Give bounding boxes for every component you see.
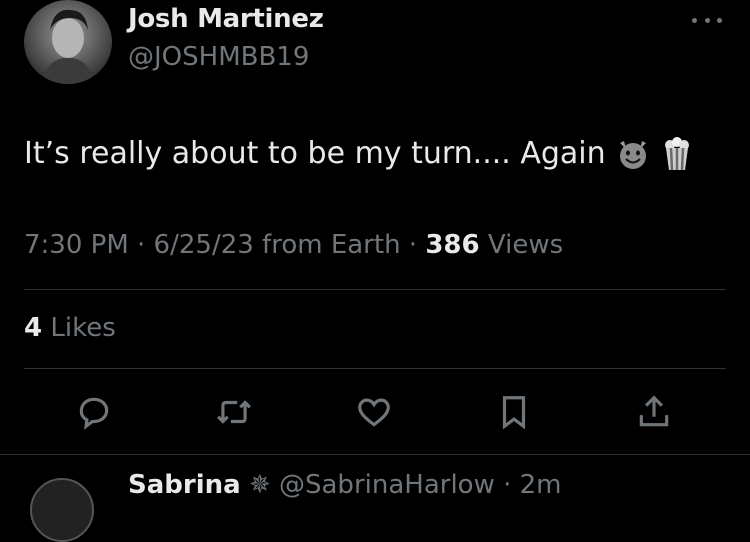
author-handle[interactable]: @JOSHMBB19 [128,42,309,72]
tweet-text: It’s really about to be my turn.... Agai… [24,136,694,171]
retweet-icon[interactable] [212,390,256,434]
bookmark-icon[interactable] [492,390,536,434]
action-bar [0,390,750,434]
like-icon[interactable] [352,390,396,434]
smiling-imp-emoji [619,140,646,169]
verified-badge-icon: ✵ [248,470,271,500]
reply-header[interactable]: Sabrina ✵ @SabrinaHarlow · 2m [128,470,562,500]
share-icon[interactable] [632,390,676,434]
tweet-timestamp: 7:30 PM · 6/25/23 from Earth · [24,230,426,260]
divider [24,289,726,290]
reply-author-handle: @SabrinaHarlow · 2m [279,470,562,500]
reply-avatar[interactable] [30,478,94,542]
popcorn-emoji [664,136,689,170]
likes-count: 4 [24,313,43,343]
likes-stat[interactable]: 4 Likes [24,313,116,343]
tweet-meta: 7:30 PM · 6/25/23 from Earth · 386 Views [24,230,563,260]
views-label: Views [479,230,564,260]
tweet-body: It’s really about to be my turn.... Agai… [24,136,606,171]
likes-label: Likes [42,313,116,343]
divider [24,368,726,369]
views-count: 386 [425,230,480,260]
reply-author-name: Sabrina [128,470,241,500]
author-avatar[interactable] [24,0,112,84]
more-options-icon[interactable] [692,10,722,30]
reply-icon[interactable] [72,390,116,434]
author-name[interactable]: Josh Martinez [128,4,324,34]
divider [0,454,750,455]
